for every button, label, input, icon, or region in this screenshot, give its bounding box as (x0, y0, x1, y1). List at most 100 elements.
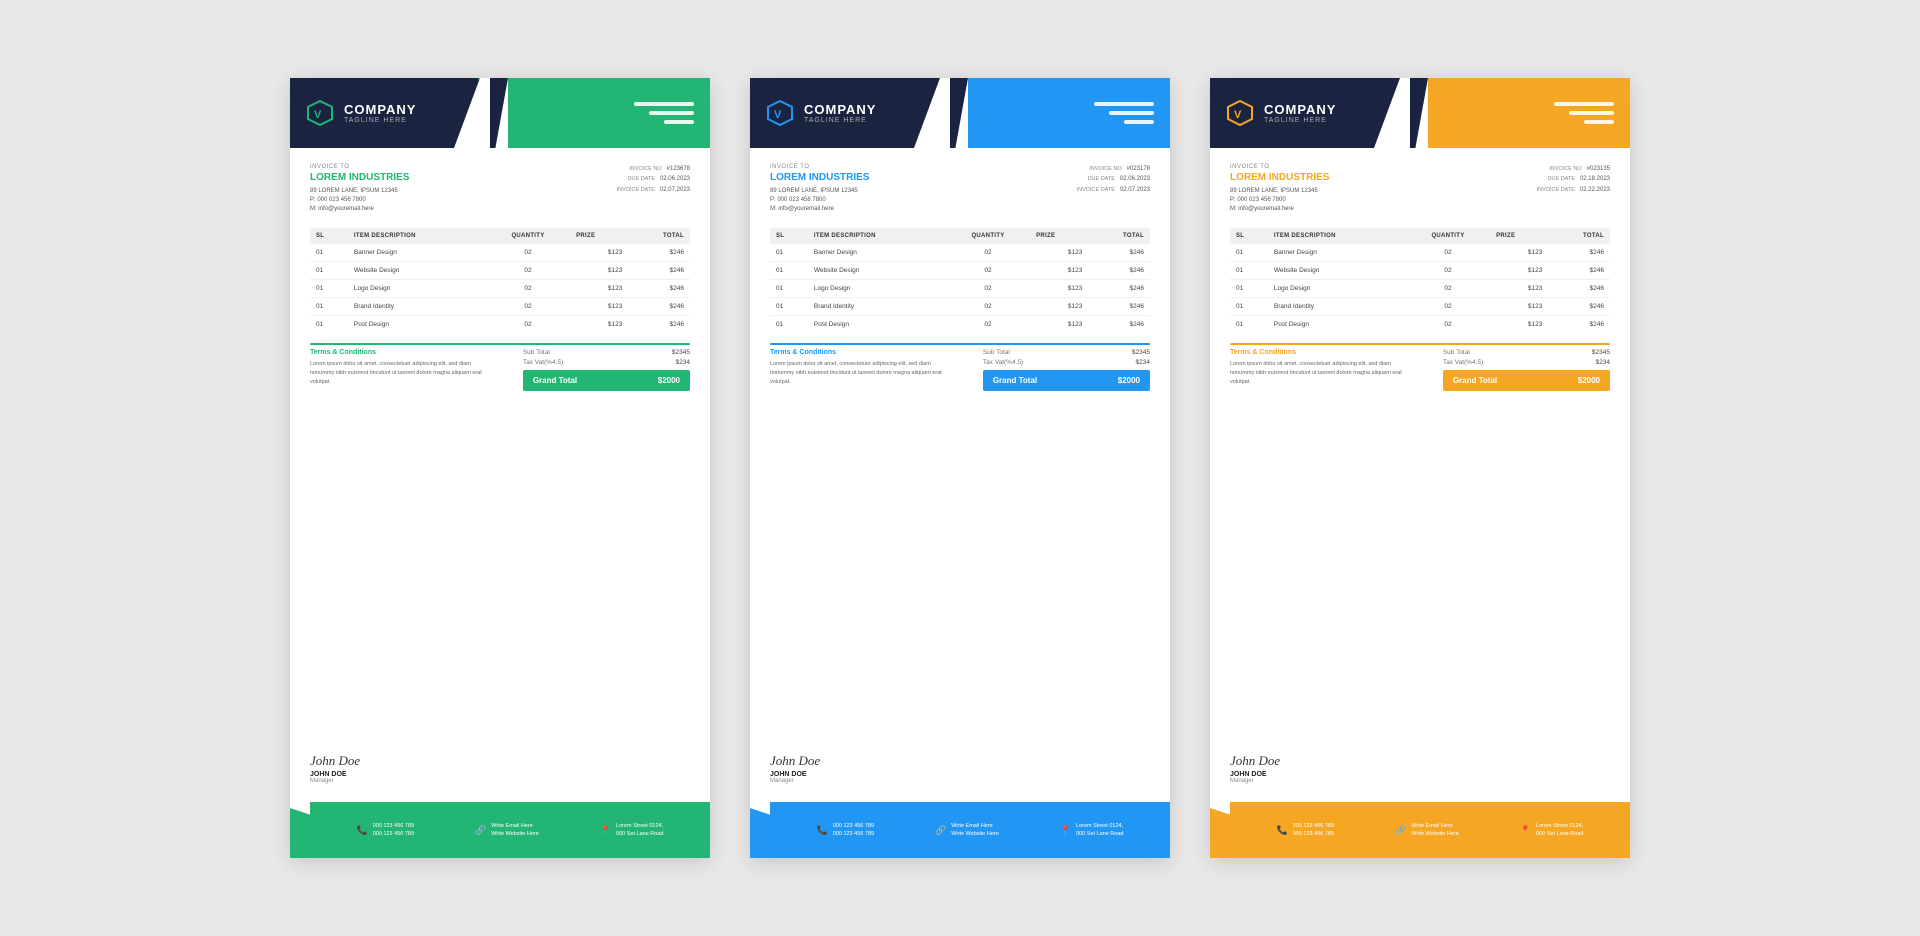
table-row: 01 Banner Design 02 $123 $246 (310, 244, 690, 262)
subtotal-label: Sub Total (983, 349, 1010, 356)
grand-total-label: Grand Total (533, 376, 577, 385)
item-desc: Banner Design (808, 244, 946, 262)
table-row: 01 Post Design 02 $123 $246 (1230, 316, 1610, 334)
item-qty: 02 (946, 316, 1030, 334)
table-row: 01 Website Design 02 $123 $246 (310, 262, 690, 280)
tax-row: Tax Vat(%4.5) $234 (983, 359, 1150, 366)
grand-total-row: Grand Total $2000 (523, 370, 690, 391)
subtotal-value: $2345 (672, 349, 690, 356)
header-line-1 (1554, 102, 1614, 106)
client-name: LOREM INDUSTRIES (310, 172, 409, 183)
header-line-3 (1124, 120, 1154, 124)
item-sl: 01 (1230, 280, 1268, 298)
item-desc: Banner Design (348, 244, 486, 262)
item-price: $123 (1490, 298, 1548, 316)
table-header-row: SLITEM DESCRIPTIONQUANTITYPRIZETOTAL (770, 228, 1150, 244)
item-total: $246 (1088, 298, 1150, 316)
signer-name: JOHN DOE (310, 771, 690, 778)
invoice-to-label: INVOICE TO (310, 164, 409, 170)
footer-address-text: Lorem Street 0124,000 Set Lane Road (1536, 822, 1583, 839)
header-lines (634, 102, 694, 124)
item-desc: Logo Design (808, 280, 946, 298)
signature-section: John Doe JOHN DOE Manager (290, 753, 710, 794)
signature-section: John Doe JOHN DOE Manager (1210, 753, 1630, 794)
item-qty: 02 (946, 244, 1030, 262)
client-name: LOREM INDUSTRIES (1230, 172, 1329, 183)
item-price: $123 (1030, 262, 1088, 280)
item-desc: Banner Design (1268, 244, 1406, 262)
item-total: $246 (628, 316, 690, 334)
item-total: $246 (1548, 262, 1610, 280)
header-accent (1428, 78, 1630, 148)
item-sl: 01 (770, 280, 808, 298)
location-icon: 📍 (1520, 825, 1531, 836)
col-header-3: PRIZE (570, 228, 628, 244)
svg-text:V: V (1234, 109, 1242, 121)
invoice-header: V COMPANY TAGLINE HERE (1210, 78, 1630, 148)
footer-phone-text: 000 123 456 789000 123 456 789 (833, 822, 874, 839)
table-row: 01 Brand Identity 02 $123 $246 (1230, 298, 1610, 316)
invoice-to-left: INVOICE TO LOREM INDUSTRIES 89 LOREM LAN… (1230, 164, 1329, 214)
logo-section: V COMPANY TAGLINE HERE (290, 78, 490, 148)
footer-email: 🔗 Write Email HereWrite Website Here (475, 822, 539, 839)
item-sl: 01 (310, 280, 348, 298)
invoice-header: V COMPANY TAGLINE HERE (290, 78, 710, 148)
terms-title: Terms & Conditions (770, 349, 952, 356)
subtotal-value: $2345 (1132, 349, 1150, 356)
item-total: $246 (1548, 244, 1610, 262)
terms-section: Terms & Conditions Lorem ipsum dolor sit… (1230, 349, 1412, 386)
terms-text: Lorem ipsum dolor sit amet, consectetuer… (1230, 360, 1412, 386)
signer-title: Manager (770, 778, 1150, 784)
client-details: 89 LOREM LANE, IPSUM 12345 P: 000 023 45… (770, 187, 869, 214)
item-total: $246 (628, 262, 690, 280)
invoice-header: V COMPANY TAGLINE HERE (750, 78, 1170, 148)
footer-address-text: Lorem Street 0124,000 Set Lane Road (1076, 822, 1123, 839)
tax-label: Tax Vat(%4.5) (983, 359, 1023, 366)
email-icon: 🔗 (475, 825, 486, 836)
bottom-section: Terms & Conditions Lorem ipsum dolor sit… (770, 349, 1150, 391)
item-qty: 02 (486, 316, 570, 334)
item-total: $246 (1548, 280, 1610, 298)
client-name: LOREM INDUSTRIES (770, 172, 869, 183)
invoice-meta: INVOICE NO #123678 DUE DATE 02.06.2023 I… (617, 164, 690, 214)
tax-value: $234 (1596, 359, 1610, 366)
item-total: $246 (628, 244, 690, 262)
subtotal-label: Sub Total (523, 349, 550, 356)
company-tagline: TAGLINE HERE (1264, 117, 1336, 124)
terms-section: Terms & Conditions Lorem ipsum dolor sit… (310, 349, 492, 386)
bottom-section: Terms & Conditions Lorem ipsum dolor sit… (1230, 349, 1610, 391)
item-sl: 01 (310, 316, 348, 334)
col-header-0: SL (1230, 228, 1268, 244)
item-price: $123 (1490, 262, 1548, 280)
footer-phone-text: 000 123 456 789000 123 456 789 (373, 822, 414, 839)
item-qty: 02 (1406, 316, 1490, 334)
item-total: $246 (1088, 280, 1150, 298)
totals-section: Sub Total $2345 Tax Vat(%4.5) $234 Grand… (523, 349, 690, 391)
table-row: 01 Logo Design 02 $123 $246 (1230, 280, 1610, 298)
grand-total-value: $2000 (1578, 376, 1600, 385)
col-header-4: TOTAL (628, 228, 690, 244)
grand-total-value: $2000 (658, 376, 680, 385)
company-tagline: TAGLINE HERE (344, 117, 416, 124)
item-qty: 02 (1406, 262, 1490, 280)
header-lines (1554, 102, 1614, 124)
grand-total-row: Grand Total $2000 (1443, 370, 1610, 391)
signer-name: JOHN DOE (1230, 771, 1610, 778)
item-qty: 02 (946, 280, 1030, 298)
item-total: $246 (628, 280, 690, 298)
footer-email: 🔗 Write Email HereWrite Website Here (935, 822, 999, 839)
signer-title: Manager (310, 778, 690, 784)
table-row: 01 Brand Identity 02 $123 $246 (310, 298, 690, 316)
col-header-2: QUANTITY (1406, 228, 1490, 244)
signature-section: John Doe JOHN DOE Manager (750, 753, 1170, 794)
item-qty: 02 (1406, 280, 1490, 298)
item-price: $123 (1490, 280, 1548, 298)
item-desc: Brand Identity (1268, 298, 1406, 316)
header-line-1 (634, 102, 694, 106)
header-line-2 (1109, 111, 1154, 115)
invoice-body: INVOICE TO LOREM INDUSTRIES 89 LOREM LAN… (750, 148, 1170, 753)
page-wrapper: V COMPANY TAGLINE HERE INVOICE (60, 78, 1860, 858)
tax-row: Tax Vat(%4.5) $234 (1443, 359, 1610, 366)
invoice-body: INVOICE TO LOREM INDUSTRIES 89 LOREM LAN… (290, 148, 710, 753)
col-header-0: SL (310, 228, 348, 244)
